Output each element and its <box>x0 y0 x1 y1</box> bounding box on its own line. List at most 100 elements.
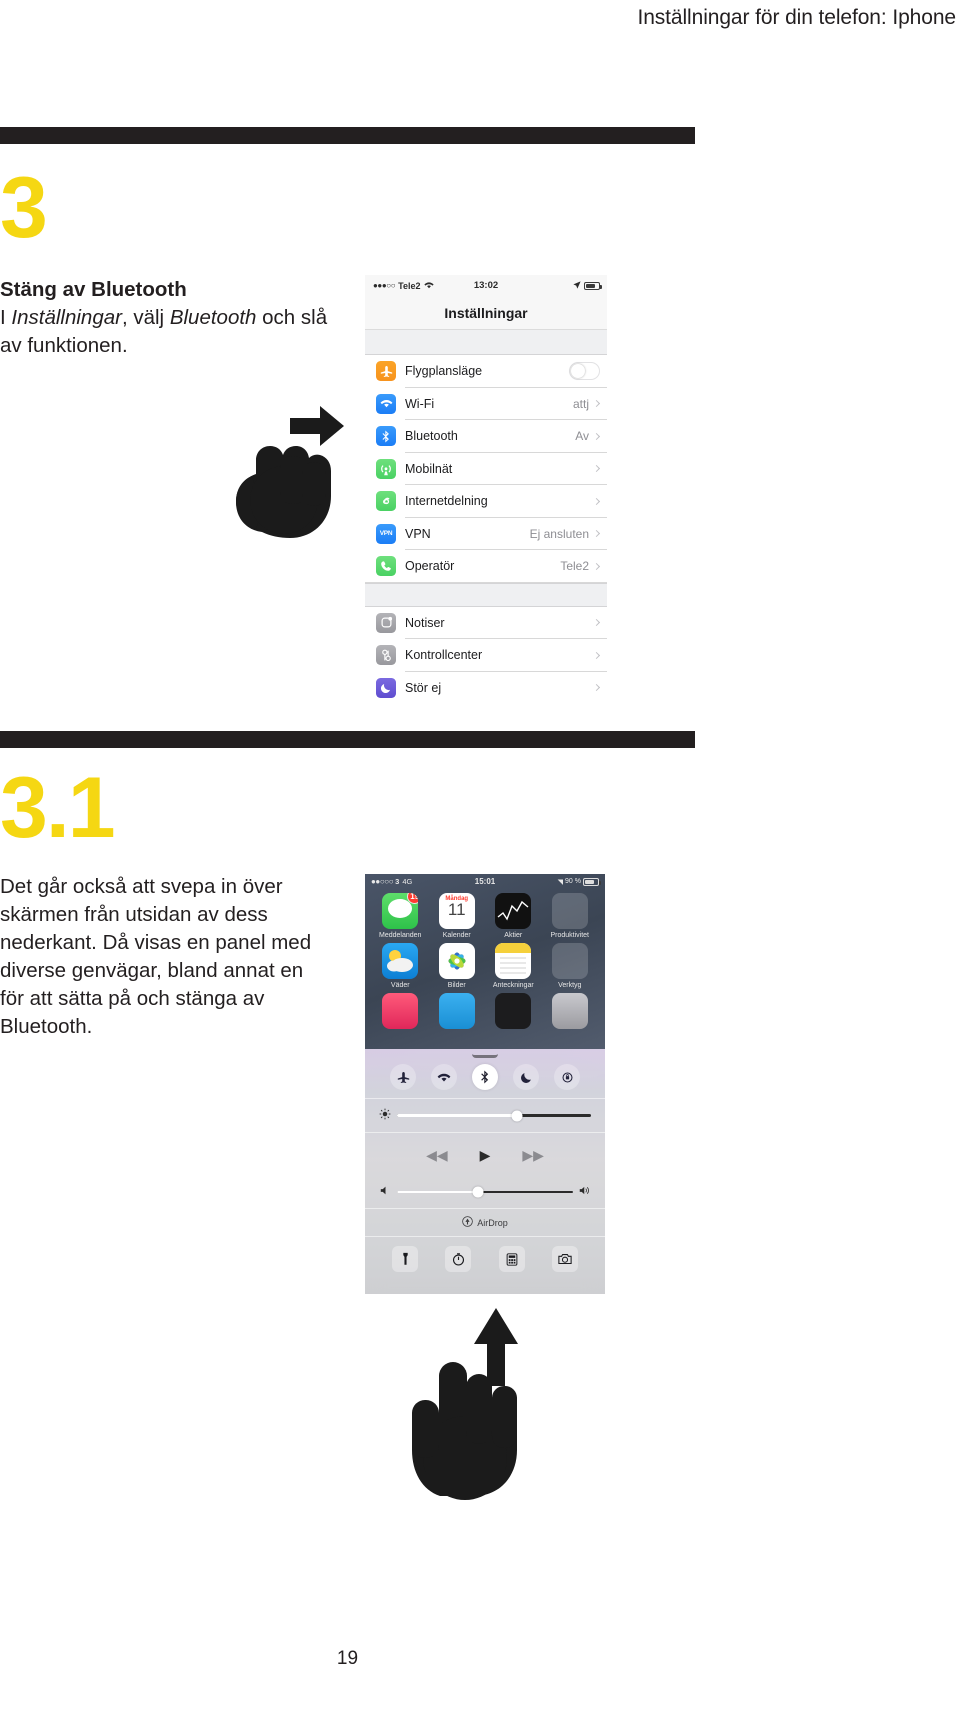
app-label: Meddelanden <box>379 932 422 939</box>
flashlight-shortcut[interactable] <box>392 1246 419 1272</box>
chevron-right-icon <box>592 651 601 659</box>
airdrop-icon <box>462 1216 473 1229</box>
chevron-right-icon <box>592 562 601 570</box>
do-not-disturb-toggle[interactable] <box>513 1064 539 1090</box>
moon-icon <box>376 677 396 698</box>
brightness-slider-row <box>365 1099 605 1132</box>
app-produktivitet[interactable]: Produktivitet <box>543 893 598 939</box>
hotspot-icon <box>376 491 396 512</box>
battery-icon <box>583 877 601 886</box>
badge-count: 19 <box>407 893 419 904</box>
hand-swipe-up <box>400 1300 530 1500</box>
stocks-icon <box>495 893 532 929</box>
volume-slider-row <box>365 1176 605 1208</box>
rotation-lock-toggle[interactable] <box>554 1064 580 1090</box>
app-appstore[interactable] <box>430 993 485 1029</box>
settings-row-kontrollcenter[interactable]: Kontrollcenter <box>365 639 607 672</box>
app-aktier[interactable]: Aktier <box>486 893 541 939</box>
settings-row-flygplansläge[interactable]: Flygplansläge <box>365 355 607 388</box>
bluetooth-icon <box>376 426 396 447</box>
airdrop-label: AirDrop <box>477 1217 508 1228</box>
vpn-icon: VPN <box>376 523 396 544</box>
page: Inställningar för din telefon: Iphone 3 … <box>0 0 960 1716</box>
step-3-1-text-block: Det går också att svepa in över skärmen … <box>0 873 330 1041</box>
previous-track-button[interactable]: ◀◀ <box>426 1147 448 1164</box>
chevron-right-icon <box>592 619 601 627</box>
airplane-icon <box>376 361 396 382</box>
settings-row-notiser[interactable]: Notiser <box>365 606 607 639</box>
airplane-mode-toggle[interactable] <box>390 1064 416 1090</box>
bluetooth-toggle[interactable] <box>472 1064 498 1090</box>
step-3-text-block: Stäng av Bluetooth I Inställningar, välj… <box>0 276 330 360</box>
camera-shortcut[interactable] <box>551 1246 578 1272</box>
app-wallet[interactable] <box>486 993 541 1029</box>
play-button[interactable]: ▶ <box>480 1147 491 1164</box>
app-verktyg[interactable]: Verktyg <box>543 943 598 989</box>
app-musik[interactable] <box>373 993 428 1029</box>
settings-row-stör-ej[interactable]: Stör ej <box>365 671 607 702</box>
app-anteckningar[interactable]: Anteckningar <box>486 943 541 989</box>
messages-icon: 19 <box>382 893 419 929</box>
control-center-shortcut-row <box>365 1237 605 1280</box>
volume-max-icon <box>579 1185 591 1199</box>
section-rule-middle <box>0 731 695 748</box>
section-rule-top <box>0 127 695 144</box>
wifi-toggle[interactable] <box>431 1064 457 1090</box>
app-bilder[interactable]: Bilder <box>430 943 485 989</box>
hand-pointing-right <box>228 400 353 560</box>
app-label: Väder <box>390 982 410 989</box>
battery-percent: 90 % <box>565 878 581 885</box>
folder-icon <box>551 893 588 929</box>
app-väder[interactable]: Väder <box>373 943 428 989</box>
chevron-right-icon <box>592 684 601 692</box>
settings-row-operatör[interactable]: Operatör Tele2 <box>365 550 607 583</box>
settings-row-label: Kontrollcenter <box>405 648 483 663</box>
app-meddelanden[interactable]: 19 Meddelanden <box>373 893 428 939</box>
settings-row-label: Internetdelning <box>405 494 488 509</box>
home-screen-app-grid: 19 Meddelanden Måndag 11 Kalender Aktier <box>365 889 605 1029</box>
photos-icon <box>438 943 475 979</box>
phone-icon <box>376 556 396 577</box>
app-kamera[interactable] <box>543 993 598 1029</box>
settings-row-bluetooth[interactable]: Bluetooth Av <box>365 420 607 453</box>
settings-row-wifi[interactable]: Wi-Fi attj <box>365 387 607 420</box>
chevron-right-icon <box>592 400 601 408</box>
settings-row-internetdelning[interactable]: Internetdelning <box>365 485 607 518</box>
status-bar-right <box>573 280 602 291</box>
step-3-1-body: Det går också att svepa in över skärmen … <box>0 875 312 1039</box>
step-3-title: Stäng av Bluetooth <box>0 278 187 301</box>
folder-icon <box>551 943 588 979</box>
settings-row-mobilnät[interactable]: Mobilnät <box>365 452 607 485</box>
wallet-icon <box>495 993 532 1029</box>
running-header: Inställningar för din telefon: Iphone <box>0 0 960 36</box>
timer-shortcut[interactable] <box>445 1246 472 1272</box>
airdrop-row[interactable]: AirDrop <box>365 1208 605 1237</box>
location-arrow-icon: ◥ <box>557 878 564 886</box>
calendar-day-number: 11 <box>447 900 466 919</box>
app-label: Produktivitet <box>550 932 590 939</box>
volume-slider[interactable] <box>397 1186 573 1198</box>
chevron-right-icon <box>592 465 601 473</box>
settings-nav-title: Inställningar <box>365 296 607 330</box>
calculator-shortcut[interactable] <box>498 1246 525 1272</box>
step-3-body-mid: , välj <box>121 306 170 330</box>
settings-row-label: Operatör <box>405 559 455 574</box>
control-center-panel: ◀◀ ▶ ▶▶ AirDrop <box>365 1049 605 1294</box>
wifi-icon <box>376 393 396 414</box>
airplane-mode-toggle[interactable] <box>569 362 600 381</box>
step-3-body-pre: I <box>0 306 12 330</box>
iphone-settings-screenshot: ●●●○○ Tele2 13:02 Inställningar Flygplan… <box>365 275 607 702</box>
step-3-body-em-installningar: Inställningar <box>11 306 122 330</box>
status-bar-right: ◥ 90 % <box>557 877 601 886</box>
battery-icon <box>584 281 602 290</box>
settings-row-value: Ej ansluten <box>529 526 589 541</box>
next-track-button[interactable]: ▶▶ <box>522 1147 544 1164</box>
settings-row-vpn[interactable]: VPN VPN Ej ansluten <box>365 517 607 550</box>
settings-row-label: Flygplansläge <box>405 364 483 379</box>
app-kalender[interactable]: Måndag 11 Kalender <box>430 893 485 939</box>
cellular-icon <box>376 458 396 479</box>
brightness-slider[interactable] <box>397 1110 591 1121</box>
settings-row-value: Tele2 <box>560 559 589 574</box>
settings-group-2: Notiser Kontrollcenter Stör ej <box>365 606 607 702</box>
step-number-3-1: 3.1 <box>0 760 116 856</box>
